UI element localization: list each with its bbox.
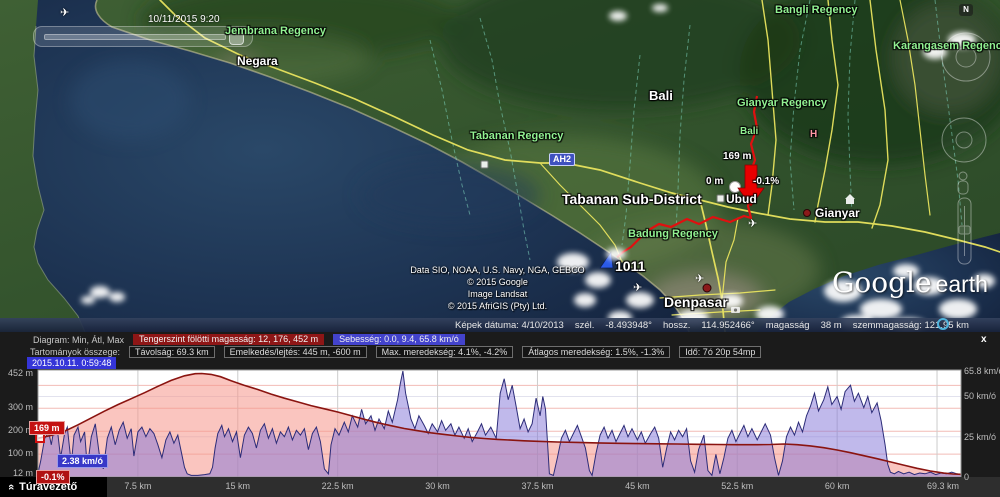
cursor-elevation-badge: 169 m [29, 421, 65, 435]
elevation-profile-panel: Diagram: Min, Átl, Max Tengerszint fölöt… [0, 332, 1000, 497]
elevation-axis-tick: 300 m [0, 402, 33, 412]
highway-ah2-badge: AH2 [549, 153, 575, 166]
status-bar: Képek dátuma: 4/10/2013 szél. -8.493948°… [0, 318, 1000, 332]
speed-axis-tick: 65.8 km/ó [964, 366, 1000, 376]
google-earth-logo: Googleearth [832, 266, 988, 299]
x-axis-tick: 37.5 km [512, 481, 562, 491]
speed-axis-tick: 50 km/ó [964, 391, 1000, 401]
streaming-eye-icon [937, 318, 949, 330]
copyright-line: © 2015 AfriGIS (Pty) Ltd. [380, 300, 615, 312]
sea-glint-2 [360, 163, 540, 227]
x-axis-end-tick: 69.3 km [889, 481, 959, 491]
x-axis-tick: 52.5 km [712, 481, 762, 491]
copyright-block: Data SIO, NOAA, U.S. Navy, NGA, GEBCO © … [380, 264, 615, 312]
gianyar-dot [804, 210, 811, 217]
elevation-axis-tick: 12 m [0, 468, 33, 478]
x-axis-tick: 30 km [413, 481, 463, 491]
copyright-line: Image Landsat [380, 288, 615, 300]
collapse-icon: « [5, 484, 17, 490]
x-axis-tick: 45 km [612, 481, 662, 491]
google-earth-window: 10/11/2015 9:20 N ✈ ✈ ✈ ✈ H AH2 Jembrana… [0, 0, 1000, 497]
zoom-slider-handle [959, 226, 970, 234]
speed-axis-tick: 25 km/ó [964, 432, 1000, 442]
tabanan-town-icon [481, 161, 488, 168]
x-axis-tick: 15 km [213, 481, 263, 491]
pegman-icon [958, 172, 968, 194]
ubud-town-icon [717, 195, 724, 202]
x-axis-tick: 7.5 km [113, 481, 163, 491]
airplane-icon: ✈ [60, 6, 69, 19]
elevation-axis-tick: 452 m [0, 368, 33, 378]
elevation-label: magasság [766, 320, 810, 331]
copyright-line: Data SIO, NOAA, U.S. Navy, NGA, GEBCO [380, 264, 615, 276]
x-axis-tick: 22.5 km [313, 481, 363, 491]
airplane-icon: ✈ [633, 281, 642, 294]
latitude-value: -8.493948° [605, 320, 652, 331]
imagery-date: Képek dátuma: 4/10/2013 [455, 320, 564, 331]
cursor-grade-badge: -0.1% [36, 470, 70, 484]
zoom-slider [958, 198, 971, 264]
latitude-label: szél. [575, 320, 595, 331]
hospital-icon: H [810, 129, 817, 140]
track-start-dot [730, 182, 741, 193]
compass-north-button[interactable]: N [959, 4, 973, 16]
eye-altitude: szemmagasság: 121.95 km [853, 320, 969, 331]
elevation-chart[interactable] [0, 332, 1000, 497]
time-slider-track[interactable] [44, 34, 226, 40]
time-display: 10/11/2015 9:20 [148, 14, 220, 25]
copyright-line: © 2015 Google [380, 276, 615, 288]
elevation-value: 38 m [821, 320, 842, 331]
cursor-speed-badge: 2.38 km/ó [57, 454, 108, 468]
track-datetime-badge: 2015.10.11. 0:59:48 [27, 357, 116, 369]
time-slider[interactable] [33, 26, 253, 47]
airplane-icon: ✈ [748, 217, 757, 230]
longitude-value: 114.952466° [701, 320, 754, 331]
airplane-icon: ✈ [695, 272, 704, 285]
sea-glint [70, 60, 190, 140]
map-view[interactable]: 10/11/2015 9:20 N ✈ ✈ ✈ ✈ H AH2 Jembrana… [0, 0, 1000, 332]
denpasar-dot [703, 284, 711, 292]
x-axis-tick: 60 km [812, 481, 862, 491]
time-slider-handle[interactable] [229, 28, 244, 45]
elevation-axis-tick: 100 m [0, 448, 33, 458]
longitude-label: hossz. [663, 320, 690, 331]
speed-axis-tick: 0 [964, 472, 1000, 482]
